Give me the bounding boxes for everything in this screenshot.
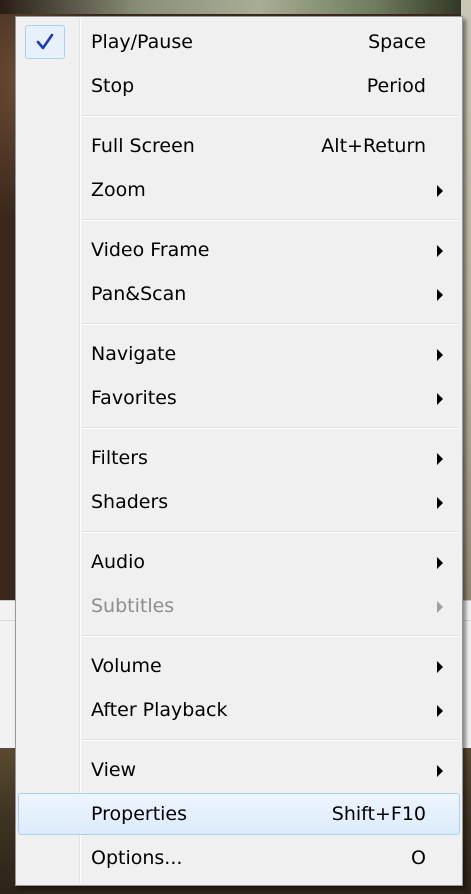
menu-item-label: Navigate xyxy=(91,343,177,365)
menu-item-label: Options... xyxy=(91,847,183,869)
menu-item-pan-scan[interactable]: Pan&Scan xyxy=(18,273,460,315)
menu-item-shortcut: Period xyxy=(366,75,426,97)
menu-item-audio[interactable]: Audio xyxy=(18,541,460,583)
menu-item-full-screen[interactable]: Full Screen Alt+Return xyxy=(18,125,460,167)
menu-item-shaders[interactable]: Shaders xyxy=(18,481,460,523)
menu-item-label: Video Frame xyxy=(91,239,210,261)
chevron-right-icon xyxy=(437,349,443,361)
menu-item-filters[interactable]: Filters xyxy=(18,437,460,479)
menu-item-label: Zoom xyxy=(91,179,146,201)
chevron-right-icon xyxy=(437,289,443,301)
check-indicator xyxy=(25,25,65,59)
chevron-right-icon xyxy=(437,601,443,613)
menu-item-shortcut: O xyxy=(411,847,426,869)
menu-item-label: Shaders xyxy=(91,491,169,513)
menu-item-label: Filters xyxy=(91,447,148,469)
menu-item-view[interactable]: View xyxy=(18,749,460,791)
menu-item-label: Audio xyxy=(91,551,146,573)
menu-item-label: Play/Pause xyxy=(91,31,193,53)
menu-item-after-playback[interactable]: After Playback xyxy=(18,689,460,731)
menu-item-stop[interactable]: Stop Period xyxy=(18,65,460,107)
menu-item-label: View xyxy=(91,759,137,781)
chevron-right-icon xyxy=(437,393,443,405)
menu-separator xyxy=(82,531,458,533)
menu-item-shortcut: Alt+Return xyxy=(321,135,426,157)
chevron-right-icon xyxy=(437,557,443,569)
menu-item-label: Volume xyxy=(91,655,162,677)
menu-item-options[interactable]: Options... O xyxy=(18,837,460,879)
chevron-right-icon xyxy=(437,661,443,673)
chevron-right-icon xyxy=(437,185,443,197)
menu-item-label: Pan&Scan xyxy=(91,283,187,305)
menu-separator xyxy=(82,427,458,429)
menu-item-label: Subtitles xyxy=(91,595,175,617)
menu-separator xyxy=(82,323,458,325)
context-menu: Play/Pause Space Stop Period Full Screen Alt+… xyxy=(15,16,463,886)
menu-item-volume[interactable]: Volume xyxy=(18,645,460,687)
menu-item-zoom[interactable]: Zoom xyxy=(18,169,460,211)
menu-separator xyxy=(82,635,458,637)
menu-item-label: Full Screen xyxy=(91,135,195,157)
menu-item-label: Stop xyxy=(91,75,135,97)
menu-item-shortcut: Shift+F10 xyxy=(331,803,426,825)
menu-item-label: Properties xyxy=(91,803,188,825)
chevron-right-icon xyxy=(437,453,443,465)
video-frame-top xyxy=(0,0,471,14)
menu-separator xyxy=(82,219,458,221)
check-icon xyxy=(36,33,54,50)
chevron-right-icon xyxy=(437,765,443,777)
menu-item-video-frame[interactable]: Video Frame xyxy=(18,229,460,271)
menu-separator xyxy=(82,115,458,117)
menu-item-shortcut: Space xyxy=(368,31,426,53)
chevron-right-icon xyxy=(437,497,443,509)
menu-item-label: After Playback xyxy=(91,699,228,721)
chevron-right-icon xyxy=(437,705,443,717)
menu-item-properties[interactable]: Properties Shift+F10 xyxy=(18,793,460,835)
menu-item-label: Favorites xyxy=(91,387,177,409)
menu-item-play-pause[interactable]: Play/Pause Space xyxy=(18,21,460,63)
chevron-right-icon xyxy=(437,245,443,257)
menu-item-favorites[interactable]: Favorites xyxy=(18,377,460,419)
menu-item-subtitles: Subtitles xyxy=(18,585,460,627)
menu-item-navigate[interactable]: Navigate xyxy=(18,333,460,375)
menu-separator xyxy=(82,739,458,741)
